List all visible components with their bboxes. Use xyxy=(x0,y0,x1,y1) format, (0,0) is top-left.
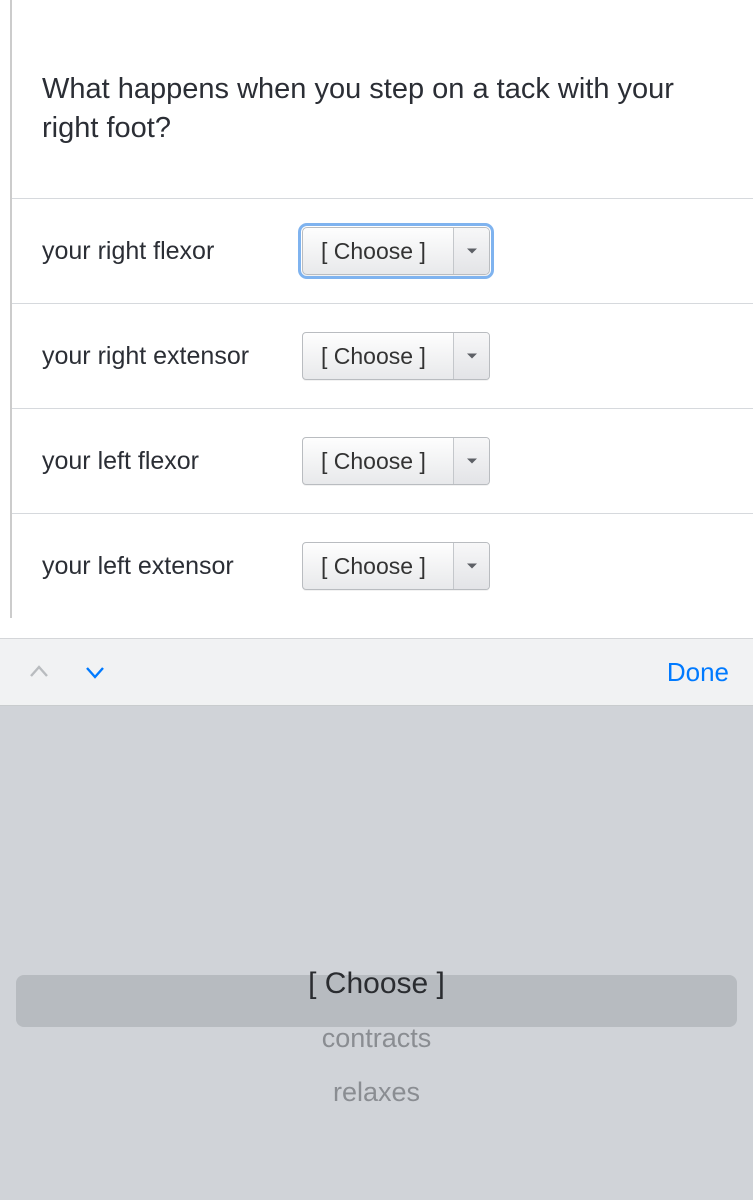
dropdown-left-extensor[interactable]: [ Choose ] xyxy=(302,542,490,590)
picker-option[interactable]: contracts xyxy=(322,1014,432,1062)
match-row: your right flexor [ Choose ] xyxy=(12,198,753,303)
dropdown-value: [ Choose ] xyxy=(303,228,453,274)
dropdown-left-flexor[interactable]: [ Choose ] xyxy=(302,437,490,485)
dropdown-right-flexor[interactable]: [ Choose ] xyxy=(302,227,490,275)
chevron-down-icon xyxy=(453,438,489,484)
next-field-button[interactable] xyxy=(80,657,110,687)
row-label: your right flexor xyxy=(42,237,302,266)
keyboard-accessory-bar: Done xyxy=(0,638,753,706)
prev-field-button[interactable] xyxy=(24,657,54,687)
row-label: your right extensor xyxy=(42,342,302,371)
dropdown-value: [ Choose ] xyxy=(303,333,453,379)
dropdown-value: [ Choose ] xyxy=(303,543,453,589)
match-row: your left extensor [ Choose ] xyxy=(12,513,753,618)
chevron-down-icon xyxy=(453,228,489,274)
done-button[interactable]: Done xyxy=(667,657,729,688)
picker-wheel[interactable]: [ Choose ] contracts relaxes xyxy=(0,706,753,1200)
row-label: your left flexor xyxy=(42,447,302,476)
question-text: What happens when you step on a tack wit… xyxy=(12,0,753,198)
chevron-down-icon xyxy=(453,333,489,379)
picker-option[interactable]: relaxes xyxy=(333,1068,420,1116)
dropdown-right-extensor[interactable]: [ Choose ] xyxy=(302,332,490,380)
chevron-down-icon xyxy=(453,543,489,589)
match-row: your right extensor [ Choose ] xyxy=(12,303,753,408)
picker-option[interactable]: [ Choose ] xyxy=(308,960,445,1008)
dropdown-value: [ Choose ] xyxy=(303,438,453,484)
match-row: your left flexor [ Choose ] xyxy=(12,408,753,513)
row-label: your left extensor xyxy=(42,552,302,581)
